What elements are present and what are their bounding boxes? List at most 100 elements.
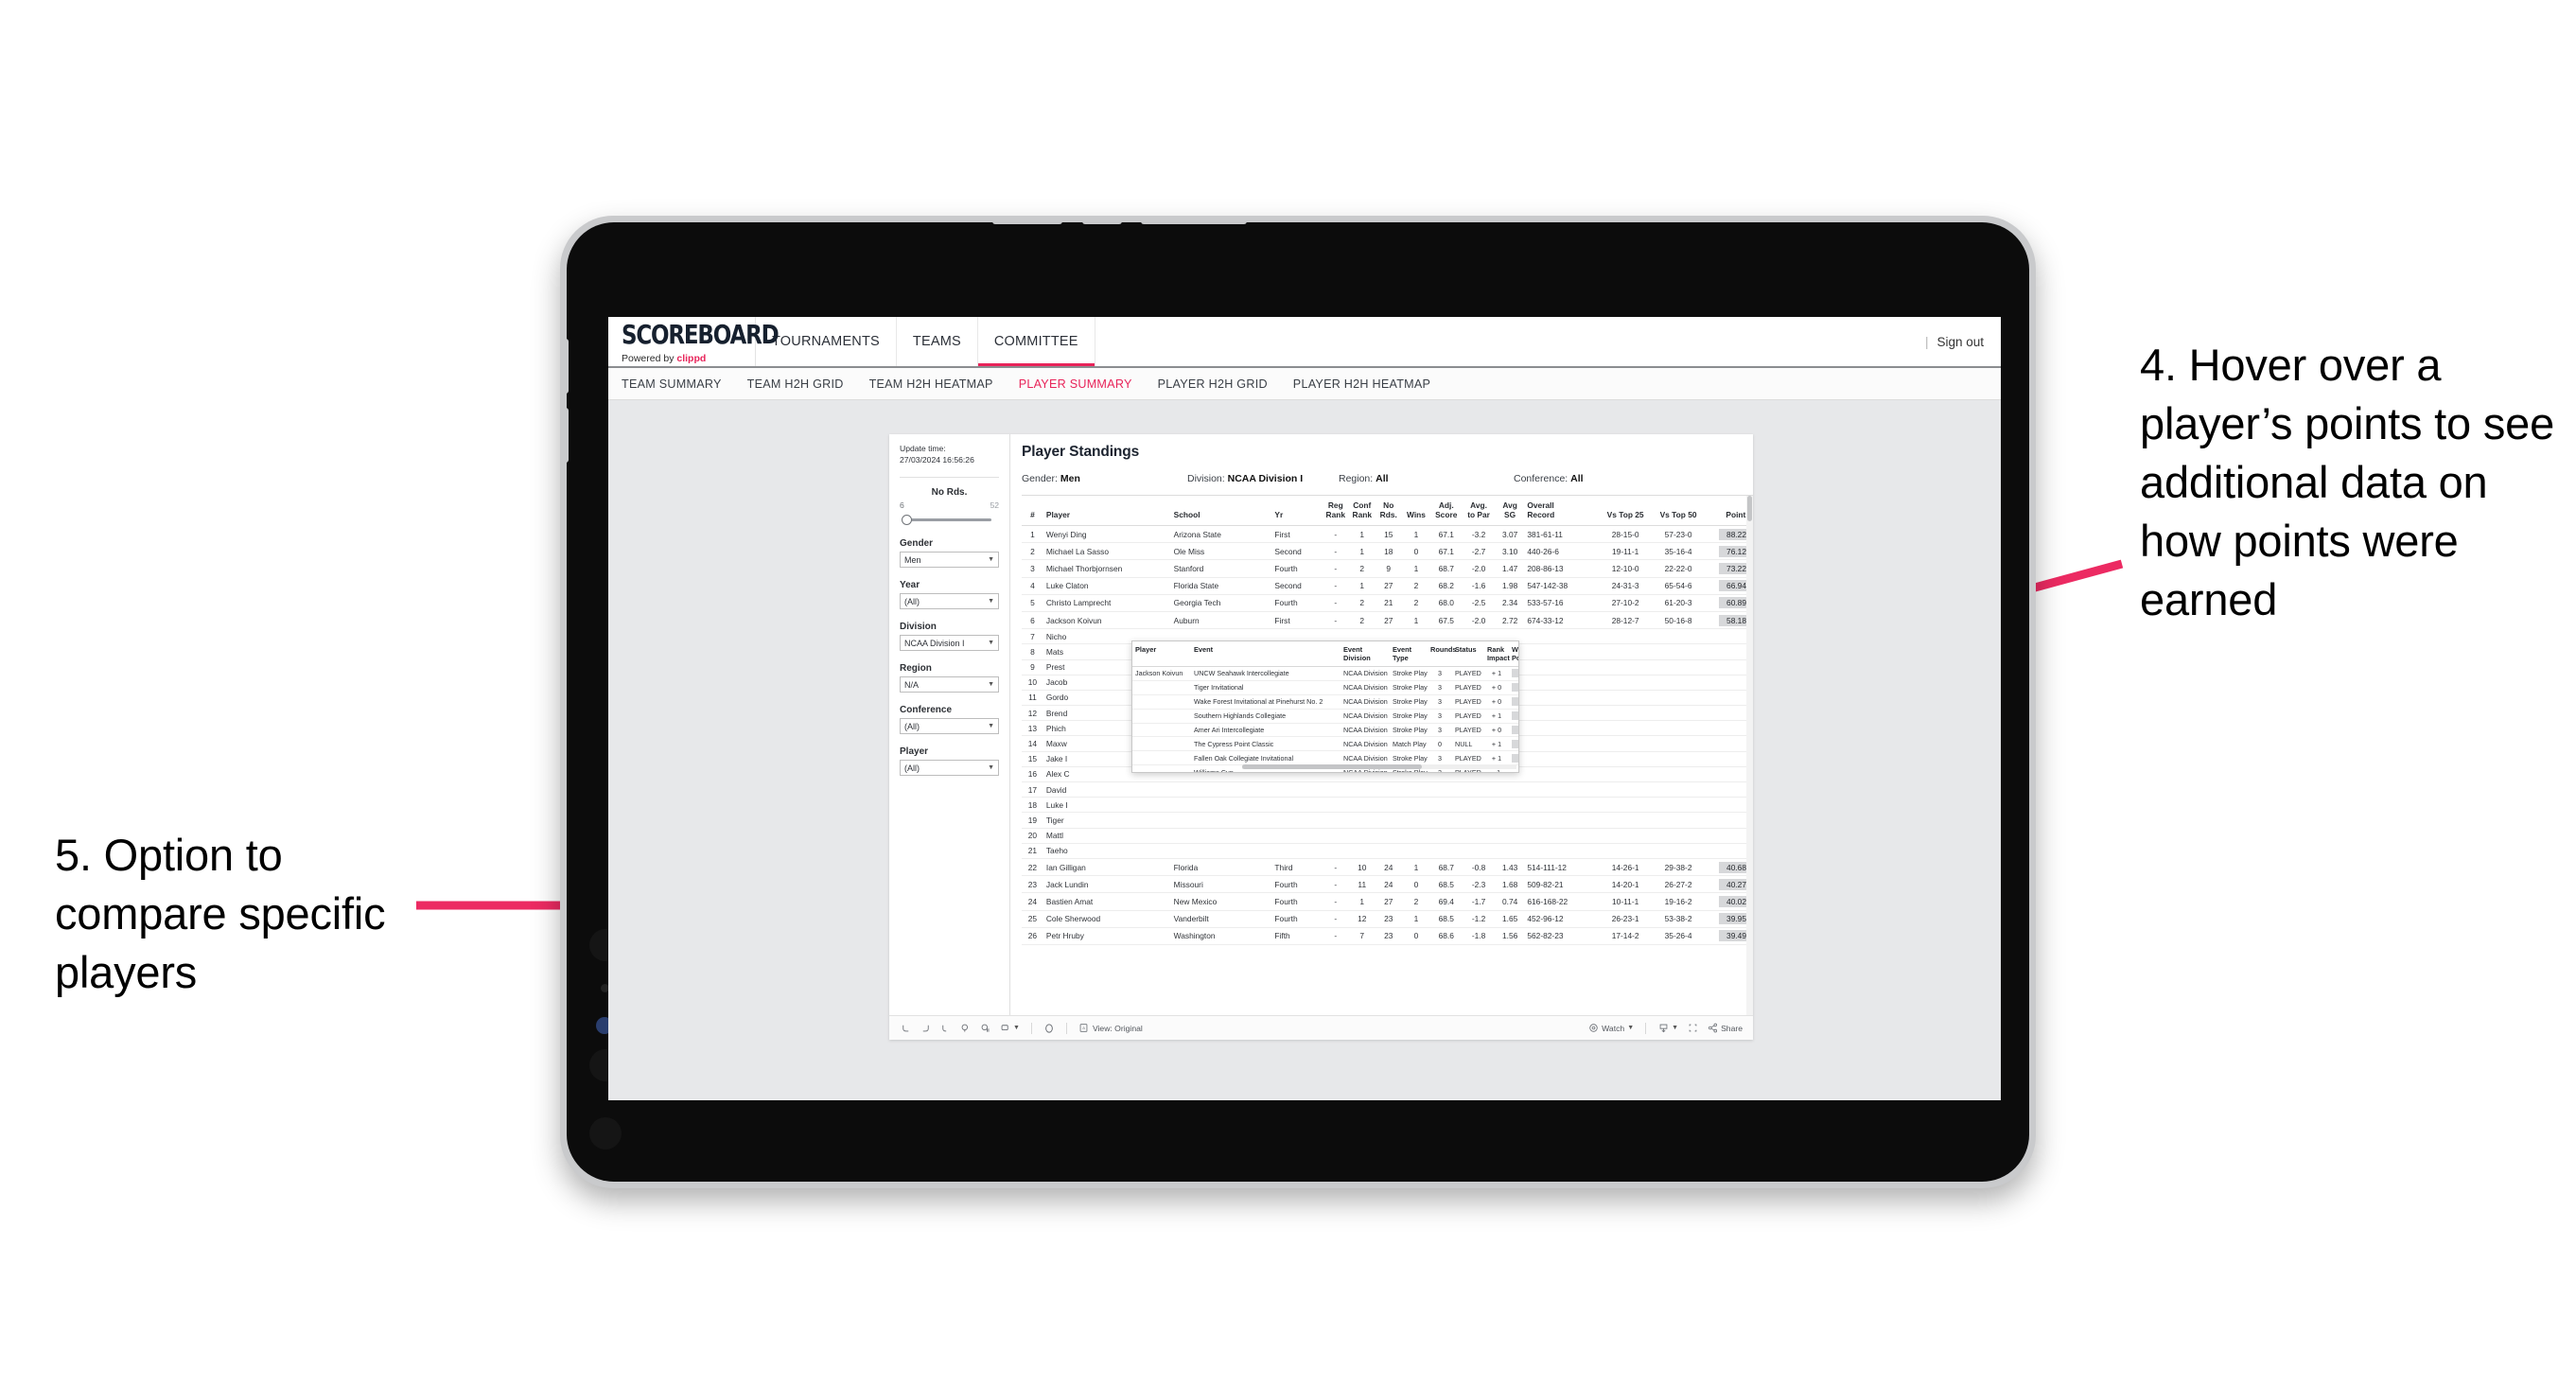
filter-division-value: NCAA Division I [904, 638, 965, 648]
table-row[interactable]: 1 Wenyi Ding Arizona State First -1 15 1 67.1 -3… [1022, 525, 1753, 544]
filter-year-select[interactable]: (All) ▼ [900, 593, 999, 610]
table-cell: 15 [1022, 751, 1043, 767]
standings-col-header[interactable]: Wins [1401, 496, 1431, 526]
table-cell [1599, 828, 1653, 844]
revert-icon[interactable] [939, 1023, 951, 1034]
tooltip-scrollbar-thumb[interactable] [1242, 764, 1422, 769]
tooltip-player-cell [1132, 694, 1191, 710]
table-cell: Missouri [1170, 875, 1272, 894]
table-row[interactable]: 18 Luke I [1022, 797, 1753, 814]
redo-icon[interactable] [920, 1023, 931, 1034]
scrollbar-thumb[interactable] [1747, 496, 1752, 521]
subnav-team-h2h-grid[interactable]: TEAM H2H GRID [747, 377, 844, 391]
subnav-player-h2h-grid[interactable]: PLAYER H2H GRID [1158, 377, 1268, 391]
table-row[interactable]: 4 Luke Claton Florida State Second -1 27 2 68.2… [1022, 577, 1753, 595]
watch-button[interactable]: Watch ▼ [1587, 1023, 1634, 1034]
standings-col-header[interactable]: Conf Rank [1348, 496, 1376, 526]
vertical-scrollbar[interactable] [1746, 496, 1753, 1015]
refresh-icon[interactable] [959, 1023, 971, 1034]
standings-col-header[interactable]: Reg Rank [1322, 496, 1349, 526]
standings-col-header[interactable]: Yr [1271, 496, 1323, 526]
table-cell: 1.56 [1495, 927, 1525, 945]
table-cell: -2.0 [1462, 611, 1496, 630]
table-cell: Second [1271, 577, 1323, 595]
tooltip-cell: + 1 [1484, 666, 1509, 681]
table-row[interactable]: 26 Petr Hruby Washington Fifth -7 23 0 68.6 -1.8… [1022, 927, 1753, 945]
table-cell [1170, 828, 1272, 844]
view-selector[interactable]: a View: Original [1078, 1023, 1143, 1034]
table-row[interactable]: 21 Taeho [1022, 843, 1753, 859]
standings-col-header[interactable]: School [1170, 496, 1272, 526]
share-button[interactable]: Share [1707, 1023, 1743, 1034]
table-row[interactable]: 3 Michael Thorbjornsen Stanford Fourth -2 9 1 6… [1022, 559, 1753, 578]
sign-out-link[interactable]: Sign out [1936, 335, 1984, 349]
tooltip-cell: Stroke Play [1390, 750, 1428, 766]
no-rounds-slider[interactable] [900, 513, 999, 526]
table-cell [1524, 797, 1600, 814]
standings-col-header[interactable]: No Rds. [1375, 496, 1402, 526]
subnav-player-h2h-heatmap[interactable]: PLAYER H2H HEATMAP [1293, 377, 1430, 391]
table-row[interactable]: 17 David [1022, 781, 1753, 798]
filter-conference-select[interactable]: (All) ▼ [900, 718, 999, 735]
table-cell: 11 [1348, 875, 1376, 894]
fullscreen-icon[interactable] [1687, 1023, 1698, 1034]
slider-handle[interactable] [902, 515, 912, 526]
filter-region-value: N/A [904, 679, 920, 690]
filter-player-select[interactable]: (All) ▼ [900, 760, 999, 777]
standings-col-header[interactable]: Avg. to Par [1462, 496, 1496, 526]
filter-region-select[interactable]: N/A ▼ [900, 676, 999, 693]
standings-col-header[interactable]: Overall Record [1524, 496, 1600, 526]
subnav-player-summary[interactable]: PLAYER SUMMARY [1019, 377, 1132, 391]
table-row[interactable]: 25 Cole Sherwood Vanderbilt Fourth -12 23 1 68.… [1022, 910, 1753, 928]
standings-col-header[interactable]: Vs Top 50 [1652, 496, 1706, 526]
standings-col-header[interactable]: Vs Top 25 [1599, 496, 1653, 526]
tooltip-horizontal-scrollbar[interactable] [1242, 764, 1516, 769]
filter-gender-select[interactable]: Men ▼ [900, 552, 999, 569]
filter-division-select[interactable]: NCAA Division I ▼ [900, 635, 999, 652]
nav-teams[interactable]: TEAMS [897, 317, 978, 366]
table-cell [1599, 735, 1653, 752]
table-row[interactable]: 23 Jack Lundin Missouri Fourth -11 24 0 68.5 -2.… [1022, 875, 1753, 894]
download-button[interactable]: ▼ [1657, 1023, 1678, 1034]
table-cell: 452-96-12 [1524, 910, 1600, 928]
app-logo[interactable]: SCOREBOARD Powered by clippd [608, 317, 780, 366]
meta-region-value: All [1376, 473, 1389, 484]
standings-col-header[interactable]: Adj. Score [1430, 496, 1463, 526]
table-row[interactable]: 22 Ian Gilligan Florida Third -10 24 1 68.7 -0.8… [1022, 858, 1753, 877]
standings-table-wrapper: # Player School Yr Reg Rank Conf Rank No Rds. Wins… [1022, 495, 1753, 1015]
table-cell: 2 [1348, 594, 1376, 612]
zoom-tool[interactable]: ▼ [999, 1023, 1020, 1034]
tooltip-cell: NCAA Division I [1341, 709, 1390, 724]
highlight-icon[interactable] [1043, 1023, 1055, 1034]
header-right: | Sign out [1917, 317, 2001, 366]
tablet-screen: SCOREBOARD Powered by clippd TOURNAMENTS… [608, 317, 2001, 1100]
subnav-team-summary[interactable]: TEAM SUMMARY [622, 377, 722, 391]
table-cell: Mattl [1043, 828, 1171, 844]
standings-col-header[interactable]: # [1022, 496, 1043, 526]
table-cell: 8 [1022, 643, 1043, 660]
standings-col-header[interactable]: Player [1043, 496, 1171, 526]
subnav-team-h2h-heatmap[interactable]: TEAM H2H HEATMAP [869, 377, 993, 391]
table-row[interactable]: 24 Bastien Amat New Mexico Fourth -1 27 2 69.4-… [1022, 892, 1753, 911]
filter-conference-value: (All) [904, 721, 920, 731]
table-cell: 4 [1022, 577, 1043, 595]
tooltip-cell: Stroke Play [1390, 723, 1428, 738]
table-row[interactable]: 20 Mattl [1022, 828, 1753, 844]
logo-brand: clippd [676, 353, 707, 364]
table-row[interactable]: 19 Tiger [1022, 812, 1753, 829]
standings-header-row: # Player School Yr Reg Rank Conf Rank No Rds. Wins… [1022, 496, 1753, 526]
table-row[interactable]: 5 Christo Lamprecht Georgia Tech Fourth -2 21… [1022, 594, 1753, 612]
nav-committee[interactable]: COMMITTEE [978, 317, 1095, 366]
tooltip-points-value: 46.72 [1512, 697, 1518, 707]
tooltip-points-cell: 46.72 [1509, 694, 1518, 710]
undo-icon[interactable] [900, 1023, 911, 1034]
standings-col-header[interactable]: Avg SG [1495, 496, 1525, 526]
pause-icon[interactable] [979, 1023, 990, 1034]
tooltip-cell: Stroke Play [1390, 694, 1428, 710]
table-cell: 12 [1022, 705, 1043, 722]
tooltip-player-cell [1132, 764, 1191, 772]
chevron-down-icon: ▼ [1013, 1025, 1020, 1031]
table-cell: 19-11-1 [1599, 542, 1653, 561]
table-row[interactable]: 6 Jackson Koivun Auburn First -2 27 1 67.5 -2.0 2… [1022, 611, 1753, 630]
table-row[interactable]: 2 Michael La Sasso Ole Miss Second -1 18 0 67.1… [1022, 542, 1753, 561]
